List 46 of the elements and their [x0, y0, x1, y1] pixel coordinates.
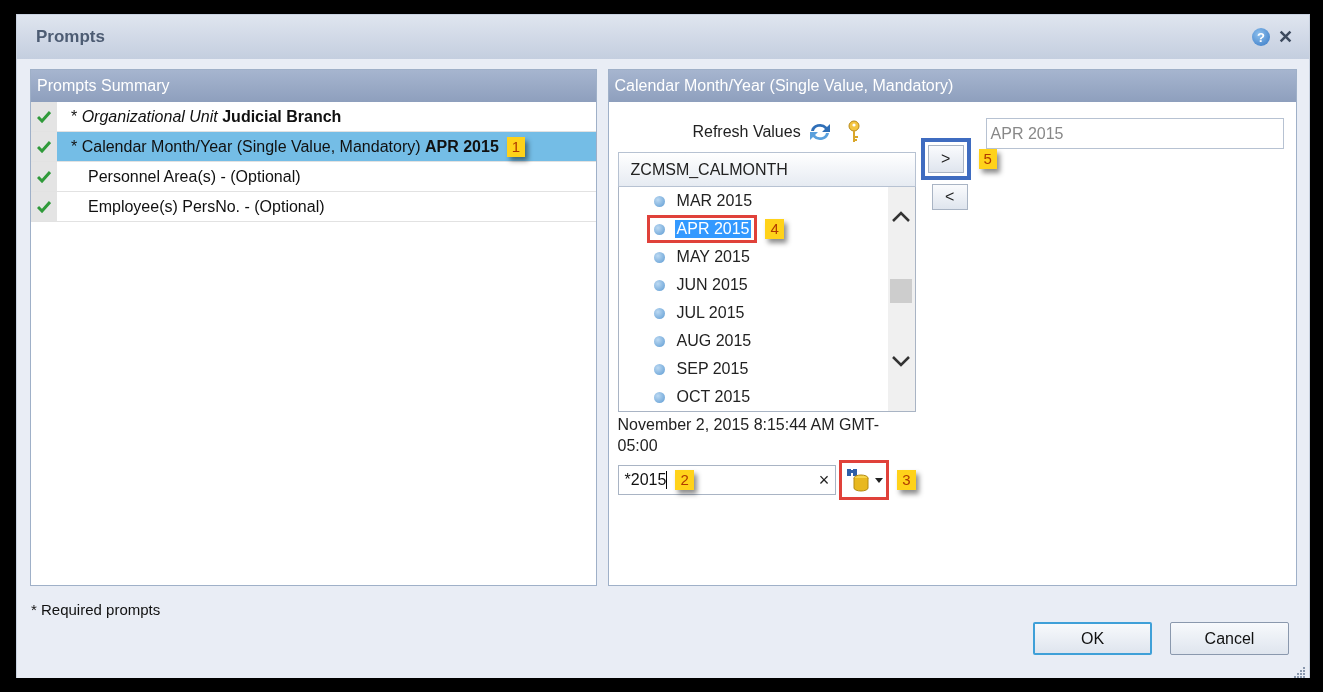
window-title: Prompts — [36, 27, 106, 47]
list-item[interactable]: MAY 2015 — [674, 248, 752, 266]
dialog-button[interactable]: OK — [1033, 622, 1152, 655]
bullet-icon — [653, 363, 665, 375]
refresh-values-link[interactable]: Refresh Values — [692, 123, 801, 141]
caret-icon — [874, 477, 883, 483]
bullet-icon — [653, 251, 665, 263]
callout-number: 2 — [675, 470, 694, 490]
dialog-button[interactable]: Cancel — [1170, 622, 1289, 655]
footnote: * Required prompts — [31, 601, 162, 618]
bullet-icon — [653, 335, 665, 347]
list-item[interactable]: AUG 2015 — [674, 332, 754, 350]
list-item[interactable]: OCT 2015 — [674, 388, 753, 406]
resize-grip-icon[interactable] — [1294, 666, 1306, 678]
timestamp: November 2, 2015 8:15:44 AM GMT-05:00 — [617, 415, 880, 456]
prompt-item[interactable]: Personnel Area(s) - (Optional) — [57, 162, 596, 191]
bullet-icon — [653, 279, 665, 291]
bullet-icon — [653, 195, 665, 207]
scrollbar-thumb[interactable] — [890, 279, 913, 303]
clear-button[interactable]: × — [818, 469, 830, 491]
panel-header: Calendar Month/Year (Single Value, Mandatory) — [608, 70, 1296, 102]
callout-number: 5 — [978, 149, 997, 169]
list-item[interactable]: JUL 2015 — [674, 304, 747, 322]
scroll-up-icon[interactable] — [891, 211, 912, 223]
selected-value-field[interactable]: APR 2015 — [985, 118, 1284, 149]
close-button[interactable]: ✕ — [1278, 26, 1293, 48]
bullet-icon — [653, 307, 665, 319]
search-options-button[interactable] — [839, 460, 890, 500]
add-button[interactable]: > — [927, 145, 964, 173]
prompt-item[interactable]: * Calendar Month/Year (Single Value, Mandatory) APR 2015 1 — [57, 132, 596, 161]
prompt-item[interactable]: *Organizational Unit Judicial Branch — [57, 102, 596, 131]
scroll-down-icon[interactable] — [891, 355, 912, 367]
bullet-icon — [653, 391, 665, 403]
callout-number: 3 — [897, 470, 916, 490]
callout-number: 4 — [765, 219, 784, 239]
list-item[interactable]: SEP 2015 — [674, 360, 751, 378]
list-item[interactable]: MAR 2015 — [674, 192, 755, 210]
list-header: ZCMSM_CALMONTH — [617, 152, 916, 187]
bullet-icon — [653, 223, 665, 235]
search-field[interactable]: *2015 2 × — [617, 465, 837, 495]
list-item[interactable]: JUN 2015 — [674, 276, 750, 294]
callout-number: 1 — [506, 136, 526, 157]
database-icon — [845, 467, 872, 493]
remove-button[interactable]: < — [931, 184, 968, 210]
panel-header: Prompts Summary — [31, 70, 596, 102]
prompt-item[interactable]: Employee(s) PersNo. - (Optional) — [57, 192, 596, 221]
